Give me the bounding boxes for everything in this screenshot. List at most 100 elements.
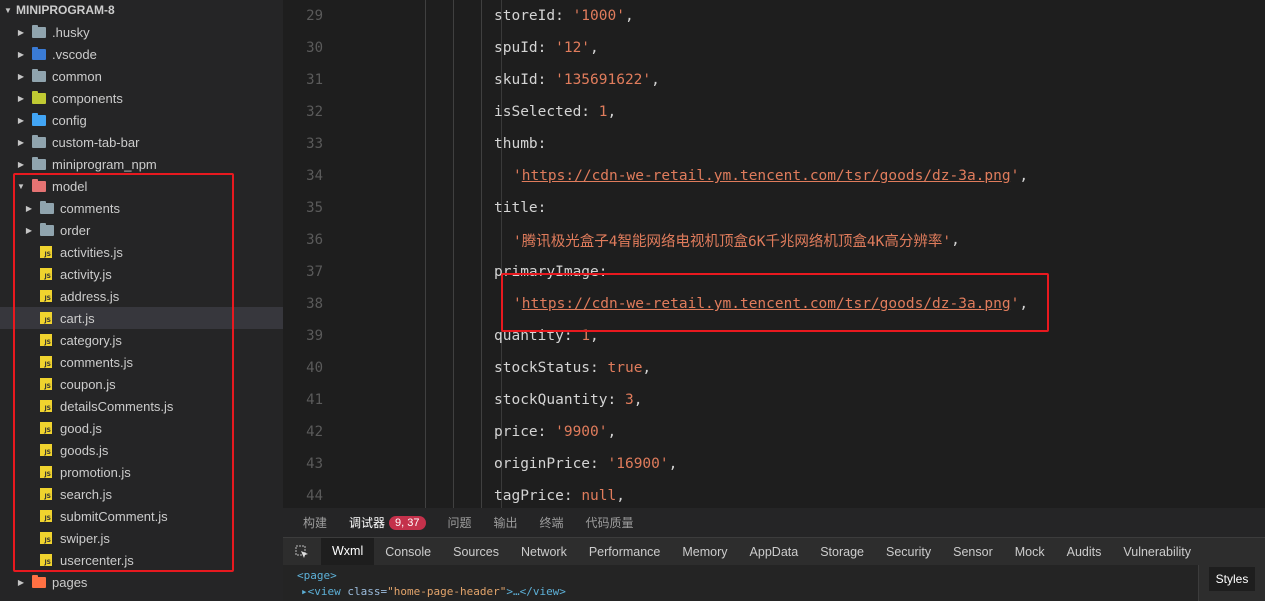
tab-wxml[interactable]: Wxml <box>321 537 375 566</box>
chevron-right-icon[interactable]: ▶ <box>16 578 26 587</box>
file-item-usercenter-js[interactable]: JS usercenter.js <box>0 549 283 571</box>
folder-item-custom-tab-bar[interactable]: ▶ custom-tab-bar <box>0 131 283 153</box>
chevron-right-icon[interactable]: ▶ <box>24 204 34 213</box>
panel-tab-3[interactable]: 输出 <box>494 508 518 537</box>
code-token: '12' <box>555 40 591 56</box>
js-file-icon: JS <box>40 246 52 258</box>
indent-guide <box>425 0 426 508</box>
tree-item-label: activities.js <box>60 244 123 260</box>
folder-item-husky[interactable]: ▶ .husky <box>0 21 283 43</box>
panel-tab-label: 问题 <box>447 516 472 530</box>
wxml-view-node[interactable]: ▸<view class="home-page-header">…</view> <box>301 585 566 598</box>
file-item-category-js[interactable]: JS category.js <box>0 329 283 351</box>
chevron-down-icon[interactable]: ▼ <box>16 182 26 191</box>
file-item-promotion-js[interactable]: JS promotion.js <box>0 461 283 483</box>
devtools-tab-bar: Wxml Console Sources Network Performance Memo… <box>283 537 1265 566</box>
code-line: ' https://cdn-we-retail.ym.tencent.com/ts… <box>513 288 1028 320</box>
line-number: 32 <box>306 104 323 120</box>
tab-styles[interactable]: Styles <box>1209 567 1255 591</box>
js-file-icon: JS <box>40 444 52 456</box>
folder-item-pages[interactable]: ▶ pages <box>0 571 283 593</box>
file-item-comments-js[interactable]: JS comments.js <box>0 351 283 373</box>
chevron-right-icon[interactable]: ▶ <box>16 28 26 37</box>
tab-network[interactable]: Network <box>510 538 578 566</box>
tab-sources[interactable]: Sources <box>442 538 510 566</box>
js-file-icon: JS <box>40 378 52 390</box>
tree-item-label: model <box>52 178 88 194</box>
inspect-cursor-icon <box>295 545 308 558</box>
file-item-address-js[interactable]: JS address.js <box>0 285 283 307</box>
panel-tab-4[interactable]: 终端 <box>540 508 564 537</box>
js-file-icon: JS <box>40 400 52 412</box>
file-item-submitcomment-js[interactable]: JS submitComment.js <box>0 505 283 527</box>
code-token: ' <box>1010 168 1020 184</box>
folder-item-common[interactable]: ▶ common <box>0 65 283 87</box>
line-number: 38 <box>306 296 323 312</box>
folder-item-vscode[interactable]: ▶ .vscode <box>0 43 283 65</box>
file-item-search-js[interactable]: JS search.js <box>0 483 283 505</box>
tab-performance[interactable]: Performance <box>578 538 672 566</box>
indent-guide <box>481 0 482 508</box>
wxml-tree[interactable]: <page> ▸<view class="home-page-header">…… <box>283 565 1198 601</box>
explorer-root-label: MINIPROGRAM-8 <box>16 3 115 17</box>
code-token: originPrice: <box>494 456 608 472</box>
chevron-right-icon[interactable]: ▶ <box>16 138 26 147</box>
panel-tab-5[interactable]: 代码质量 <box>586 508 634 537</box>
tab-vulnerability[interactable]: Vulnerability <box>1112 538 1202 566</box>
code-line: title: <box>494 192 546 224</box>
panel-tab-label: 终端 <box>539 516 564 530</box>
code-token: stockStatus: <box>494 360 608 376</box>
panel-tab-0[interactable]: 构建 <box>303 508 327 537</box>
chevron-right-icon[interactable]: ▶ <box>16 94 26 103</box>
line-number: 40 <box>306 360 323 376</box>
tree-item-label: comments.js <box>60 354 133 370</box>
folder-item-model[interactable]: ▼ model <box>0 175 283 197</box>
folder-item-components[interactable]: ▶ components <box>0 87 283 109</box>
tab-console[interactable]: Console <box>374 538 442 566</box>
code-token: 3 <box>624 392 634 408</box>
chevron-right-icon[interactable]: ▶ <box>16 116 26 125</box>
inspect-element-button[interactable] <box>283 538 321 566</box>
chevron-right-icon[interactable]: ▶ <box>16 72 26 81</box>
code-link[interactable]: https://cdn-we-retail.ym.tencent.com/tsr… <box>522 296 1011 312</box>
code-link[interactable]: https://cdn-we-retail.ym.tencent.com/tsr… <box>522 168 1011 184</box>
tree-item-label: common <box>52 68 102 84</box>
panel-tab-1[interactable]: 调试器 9, 37 <box>349 508 426 537</box>
tree-item-label: goods.js <box>60 442 109 458</box>
file-item-detailscomments-js[interactable]: JS detailsComments.js <box>0 395 283 417</box>
folder-item-config[interactable]: ▶ config <box>0 109 283 131</box>
code-token: , <box>590 40 599 56</box>
explorer-root[interactable]: ▼ MINIPROGRAM-8 <box>0 0 283 20</box>
file-item-swiper-js[interactable]: JS swiper.js <box>0 527 283 549</box>
tab-storage[interactable]: Storage <box>809 538 875 566</box>
code-token: 1 <box>581 328 591 344</box>
tab-sensor[interactable]: Sensor <box>942 538 1004 566</box>
tab-memory[interactable]: Memory <box>671 538 738 566</box>
wxml-page-node[interactable]: <page> <box>297 569 337 582</box>
code-token: , <box>1019 168 1029 184</box>
tree-item-label: cart.js <box>60 310 95 326</box>
file-item-cart-js[interactable]: JS cart.js <box>0 307 283 329</box>
chevron-right-icon[interactable]: ▶ <box>24 226 34 235</box>
folder-item-miniprogram-npm[interactable]: ▶ miniprogram_npm <box>0 153 283 175</box>
chevron-right-icon[interactable]: ▶ <box>16 50 26 59</box>
line-number: 36 <box>306 232 323 248</box>
file-item-activities-js[interactable]: JS activities.js <box>0 241 283 263</box>
folder-item-order[interactable]: ▶ order <box>0 219 283 241</box>
wxml-tag-close: >…</view> <box>506 585 566 598</box>
tab-security[interactable]: Security <box>875 538 942 566</box>
panel-tab-2[interactable]: 问题 <box>448 508 472 537</box>
tab-appdata[interactable]: AppData <box>739 538 810 566</box>
js-file-icon: JS <box>40 290 52 302</box>
folder-item-comments[interactable]: ▶ comments <box>0 197 283 219</box>
panel-tab-label: 输出 <box>493 516 518 530</box>
file-item-good-js[interactable]: JS good.js <box>0 417 283 439</box>
file-item-goods-js[interactable]: JS goods.js <box>0 439 283 461</box>
code-token: true <box>607 360 643 376</box>
code-editor[interactable]: 29 storeId: '1000', 30 spuId: '12', 31 skuId:… <box>283 0 1265 508</box>
tab-audits[interactable]: Audits <box>1056 538 1113 566</box>
file-item-coupon-js[interactable]: JS coupon.js <box>0 373 283 395</box>
tab-mock[interactable]: Mock <box>1004 538 1056 566</box>
chevron-right-icon[interactable]: ▶ <box>16 160 26 169</box>
file-item-activity-js[interactable]: JS activity.js <box>0 263 283 285</box>
